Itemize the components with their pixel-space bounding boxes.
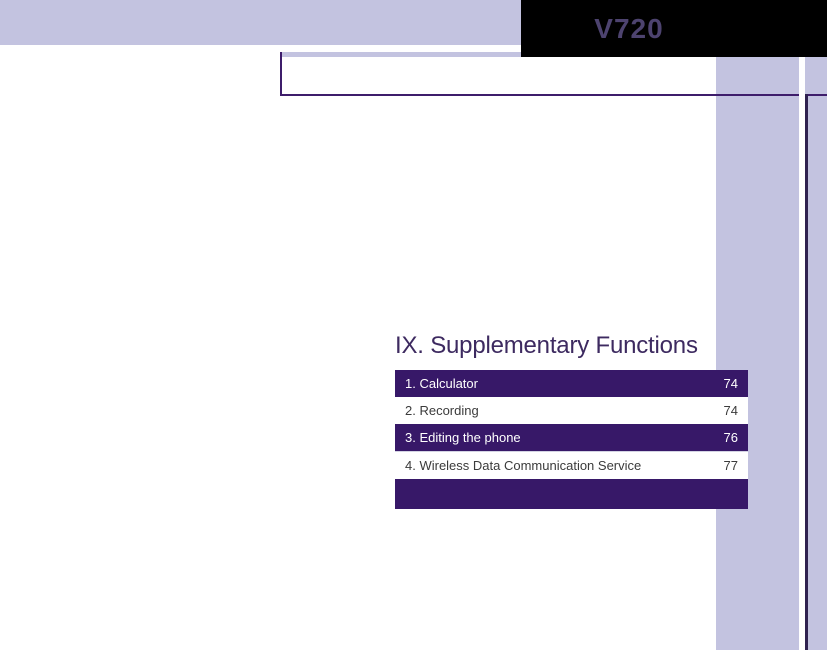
toc-row: 2. Recording 74	[395, 397, 748, 424]
toc-bottom-bar	[395, 479, 748, 509]
toc-row: 1. Calculator 74	[395, 370, 748, 397]
toc-item-label: 4. Wireless Data Communication Service	[405, 458, 641, 473]
right-lavender-band	[716, 57, 827, 650]
section-title: IX. Supplementary Functions	[395, 332, 698, 360]
toc-row: 4. Wireless Data Communication Service 7…	[395, 451, 748, 479]
toc-item-page: 74	[724, 376, 738, 391]
toc-item-page: 74	[724, 403, 738, 418]
toc-item-page: 76	[724, 430, 738, 445]
toc-table: 1. Calculator 74 2. Recording 74 3. Edit…	[395, 370, 748, 509]
header-white-strip-left	[0, 45, 280, 57]
header-stub-line	[280, 52, 282, 94]
toc-item-page: 77	[724, 458, 738, 473]
model-label: V720	[594, 13, 663, 45]
toc-row: 3. Editing the phone 76	[395, 424, 748, 451]
toc-item-label: 1. Calculator	[405, 376, 478, 391]
separator-line	[280, 94, 827, 96]
toc-item-label: 2. Recording	[405, 403, 479, 418]
model-box: V720	[521, 0, 827, 57]
toc-item-label: 3. Editing the phone	[405, 430, 521, 445]
right-dark-line	[805, 94, 808, 650]
